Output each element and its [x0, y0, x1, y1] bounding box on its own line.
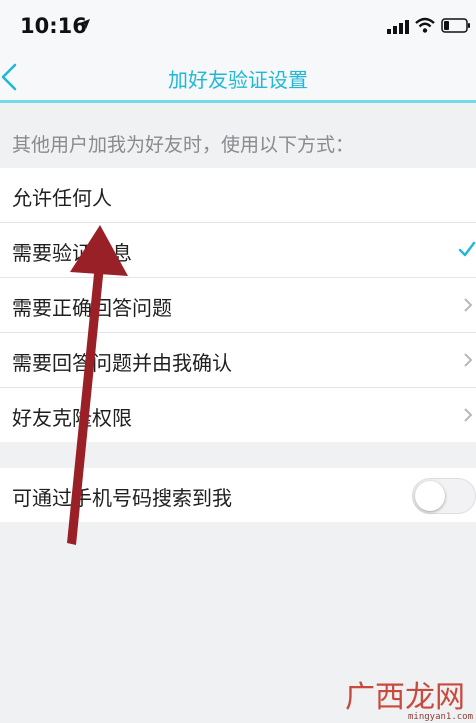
watermark-logo: 广西龙网: [345, 680, 465, 715]
phone-search-row: 可通过手机号码搜索到我: [0, 468, 476, 522]
page-title: 加好友验证设置: [168, 68, 308, 92]
toggle-knob: [415, 481, 445, 511]
option-friend-clone-permission[interactable]: 好友克隆权限: [0, 388, 476, 442]
option-label: 需要回答问题并由我确认: [12, 351, 232, 375]
option-label: 需要验证信息: [12, 241, 132, 265]
checkmark-icon: [458, 241, 476, 257]
chevron-right-icon: [464, 353, 473, 367]
status-time: 10:16: [20, 14, 87, 38]
location-arrow-icon: [80, 19, 90, 29]
option-label: 好友克隆权限: [12, 406, 132, 430]
status-bar: 10:16: [0, 0, 476, 52]
battery-icon: [441, 18, 470, 33]
phone-search-group: 可通过手机号码搜索到我: [0, 468, 476, 522]
nav-bar: 加好友验证设置: [0, 52, 476, 103]
option-label: 需要正确回答问题: [12, 296, 172, 320]
chevron-right-icon: [464, 408, 473, 422]
option-correct-answer[interactable]: 需要正确回答问题: [0, 278, 476, 333]
section-header: 其他用户加我为好友时，使用以下方式：: [12, 134, 355, 156]
phone-search-toggle[interactable]: [412, 478, 476, 514]
verification-options-list: 允许任何人 需要验证信息 需要正确回答问题 需要回答问题并由我确认 好友克隆权限: [0, 168, 476, 442]
option-require-verification[interactable]: 需要验证信息: [0, 223, 476, 278]
watermark-url: mingyan1.com: [408, 712, 474, 722]
signal-icon: [387, 20, 409, 34]
chevron-right-icon: [464, 298, 473, 312]
option-label: 允许任何人: [12, 186, 112, 210]
wifi-icon: [415, 17, 435, 33]
option-answer-and-confirm[interactable]: 需要回答问题并由我确认: [0, 333, 476, 388]
phone-search-label: 可通过手机号码搜索到我: [12, 486, 232, 510]
option-allow-anyone[interactable]: 允许任何人: [0, 168, 476, 223]
